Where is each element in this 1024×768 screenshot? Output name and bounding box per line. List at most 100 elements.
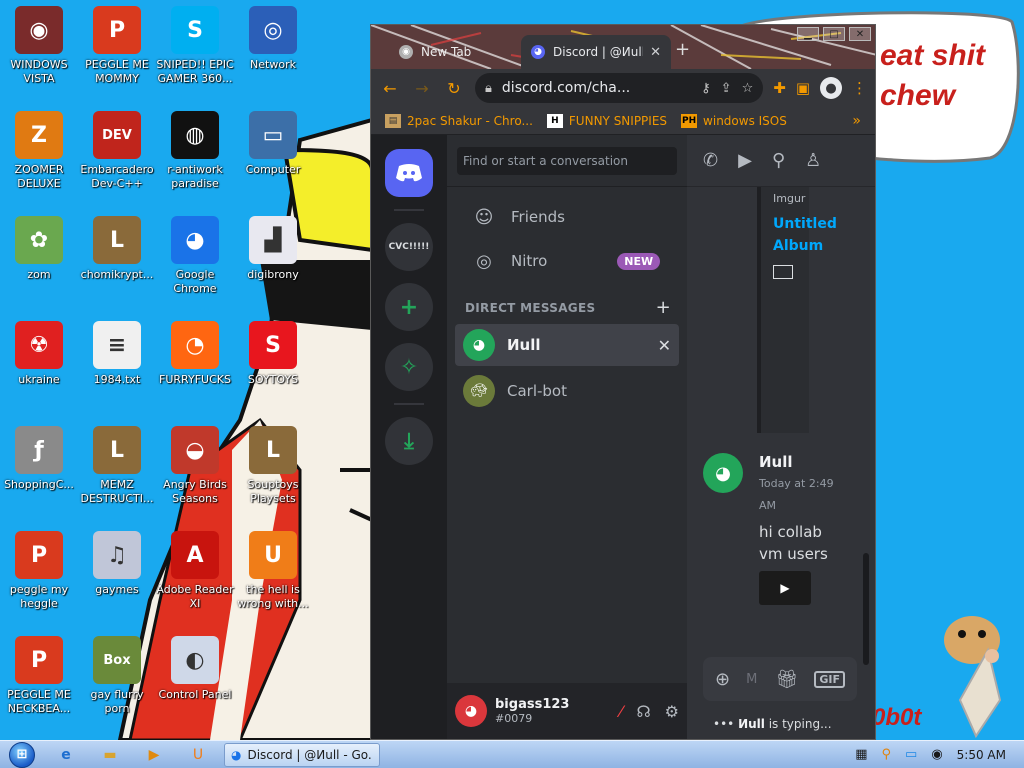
- omnibox[interactable]: 🔒︎ discord.com/cha... ⚷ ⇪ ☆: [475, 73, 764, 103]
- desktop-icon[interactable]: ▟ digibrony: [234, 216, 312, 282]
- add-friends-to-dm-icon[interactable]: ♙: [805, 150, 821, 171]
- profile-avatar-icon[interactable]: ●: [820, 77, 842, 99]
- bookmark-funny-snippies[interactable]: H FUNNY SNIPPIES: [546, 113, 667, 128]
- add-server-icon[interactable]: +: [385, 283, 433, 331]
- desktop-icon[interactable]: ✿ zom: [0, 216, 78, 282]
- gift-icon[interactable]: 🎁︎: [776, 669, 799, 690]
- desktop-icon[interactable]: L Souptoys Playsets: [234, 426, 312, 506]
- video-call-icon[interactable]: ▶: [738, 150, 752, 171]
- forward-arrow-icon[interactable]: →: [411, 79, 433, 98]
- share-icon[interactable]: ⇪: [721, 81, 732, 96]
- desktop-icon[interactable]: P PEGGLE ME NECKBEA...: [0, 636, 78, 716]
- bookmarks-overflow-icon[interactable]: »: [852, 113, 861, 129]
- bookmark-2pac[interactable]: ▤ 2pac Shakur - Chro...: [385, 113, 533, 128]
- ph-favicon-icon: PH: [681, 113, 698, 128]
- message-input[interactable]: M: [746, 672, 759, 687]
- tab-new-tab[interactable]: ◉ New Tab: [389, 35, 519, 69]
- bookmark-star-icon[interactable]: ☆: [742, 81, 754, 96]
- dm-item-null[interactable]: ◕ Иull ✕: [455, 324, 679, 366]
- desktop-icon[interactable]: Ppeggle my heggle: [0, 531, 78, 611]
- voice-call-icon[interactable]: ✆: [703, 150, 718, 171]
- message-avatar[interactable]: ◕: [703, 453, 743, 493]
- desktop-icon[interactable]: Lchomikrypt...: [78, 216, 156, 282]
- reload-icon[interactable]: ↻: [443, 79, 465, 98]
- uc-browser-taskbar-icon[interactable]: U: [176, 741, 220, 768]
- lock-icon[interactable]: 🔒︎: [485, 81, 492, 96]
- back-arrow-icon[interactable]: ←: [379, 79, 401, 98]
- display-tray-icon[interactable]: ▭: [905, 747, 917, 762]
- start-button[interactable]: ⊞: [0, 741, 44, 768]
- file-explorer-folder-icon[interactable]: ▬: [88, 741, 132, 768]
- desktop-icon[interactable]: ☢ ukraine: [0, 321, 78, 387]
- key-icon[interactable]: ⚷: [701, 81, 711, 96]
- extensions-puzzle-icon[interactable]: ✚: [773, 79, 786, 97]
- video-play-icon[interactable]: ▶: [759, 571, 811, 605]
- box-beaver-icon: Box: [93, 636, 141, 684]
- upload-plus-icon[interactable]: ⊕: [715, 669, 730, 690]
- desktop-icon[interactable]: P PEGGLE ME MOMMY: [78, 6, 156, 86]
- close-window-icon[interactable]: ✕: [849, 27, 871, 41]
- mute-mic-icon[interactable]: ⁄: [620, 702, 623, 721]
- server-rail: CVC!!!!! + ✧ ⤓: [371, 135, 447, 739]
- media-player-icon[interactable]: ▶: [132, 741, 176, 768]
- download-apps-icon[interactable]: ⤓: [385, 417, 433, 465]
- desktop-icon[interactable]: Z ZOOMER DELUXE: [0, 111, 78, 191]
- desktop-icon[interactable]: ♫ gaymes: [78, 531, 156, 597]
- side-panel-icon[interactable]: ▣: [796, 79, 810, 97]
- settings-gear-icon[interactable]: ⚙: [665, 702, 679, 721]
- server-cvc[interactable]: CVC!!!!!: [385, 223, 433, 271]
- maximize-icon[interactable]: □: [823, 27, 845, 41]
- internet-explorer-icon[interactable]: e: [44, 741, 88, 768]
- tab-discord[interactable]: ◕ Discord | @Иull ✕: [521, 35, 671, 69]
- explore-compass-icon[interactable]: ✧: [385, 343, 433, 391]
- desktop-icon[interactable]: ◕ Google Chrome: [156, 216, 234, 296]
- desktop-icon[interactable]: S SNIPED!! EPIC GAMER 360...: [156, 6, 234, 86]
- volume-tray-icon[interactable]: ◉: [931, 747, 942, 762]
- text-file-icon: ≡: [93, 321, 141, 369]
- tab-close-icon[interactable]: ✕: [650, 45, 661, 60]
- taskbar-item-discord[interactable]: ◕ Discord | @Иull - Go...: [224, 742, 380, 767]
- message-author[interactable]: Иull: [759, 453, 839, 471]
- dm-item-carl-bot[interactable]: 🐢︎ Carl-bot: [455, 370, 679, 412]
- minimize-icon[interactable]: ▁: [797, 27, 819, 41]
- desktop-icon[interactable]: Uthe hell is wrong with...: [234, 531, 312, 611]
- desktop-icon[interactable]: ƒ ShoppingC...: [0, 426, 78, 492]
- menu-kebab-icon[interactable]: ⋮: [852, 79, 867, 97]
- nav-nitro[interactable]: ◎ Nitro NEW: [455, 239, 679, 283]
- nav-friends[interactable]: ☺ Friends: [455, 195, 679, 239]
- desktop-icon[interactable]: DEV Embarcadero Dev-C++: [78, 111, 156, 191]
- search-tray-icon[interactable]: ⚲: [882, 747, 892, 762]
- create-dm-plus-icon[interactable]: +: [656, 297, 671, 318]
- headphones-icon[interactable]: ☊: [636, 702, 650, 721]
- discord-home-icon[interactable]: [385, 149, 433, 197]
- desktop-icon[interactable]: ≡ 1984.txt: [78, 321, 156, 387]
- desktop-icon[interactable]: ◔ FURRYFUCKS: [156, 321, 234, 387]
- desktop-icon[interactable]: ◉ WINDOWS VISTA: [0, 6, 78, 86]
- clock[interactable]: 5:50 AM: [957, 748, 1006, 762]
- desktop-icon[interactable]: ▭ Computer: [234, 111, 312, 177]
- user-avatar[interactable]: ◕: [455, 695, 487, 727]
- desktop-icon[interactable]: A Adobe Reader XI: [156, 531, 234, 611]
- desktop-icon[interactable]: L MEMZ DESTRUCTI...: [78, 426, 156, 506]
- desktop-icon[interactable]: Box gay flurry porn: [78, 636, 156, 716]
- discord-logo-icon: [396, 164, 422, 182]
- close-dm-icon[interactable]: ✕: [658, 336, 671, 355]
- desktop-icon[interactable]: ◒ Angry Birds Seasons: [156, 426, 234, 506]
- browser-titlebar[interactable]: ◉ New Tab ◕ Discord | @Иull ✕ + ▁ □ ✕: [371, 25, 875, 69]
- url-text[interactable]: discord.com/cha...: [502, 80, 691, 96]
- gif-button[interactable]: GIF: [814, 670, 845, 688]
- desktop-icon[interactable]: ◐ Control Panel: [156, 636, 234, 702]
- embed-image-icon[interactable]: [773, 265, 793, 279]
- desktop-icon[interactable]: S SOYTOYS: [234, 321, 312, 387]
- dm-search-input[interactable]: Find or start a conversation: [457, 146, 677, 175]
- bookmark-windows-isos[interactable]: PH windows ISOS: [681, 113, 787, 128]
- pinned-messages-icon[interactable]: ⚲: [772, 150, 785, 171]
- network-tray-icon[interactable]: ▦: [855, 747, 867, 762]
- user-info[interactable]: bigass123 #0079: [495, 697, 569, 725]
- chat-scrollbar[interactable]: [863, 553, 869, 665]
- embed-title-link[interactable]: Untitled Album: [773, 213, 837, 257]
- typing-user: Иull: [738, 717, 765, 731]
- new-tab-plus-icon[interactable]: +: [675, 39, 690, 60]
- desktop-icon[interactable]: ◍ r-antiwork paradise: [156, 111, 234, 191]
- desktop-icon[interactable]: ◎ Network: [234, 6, 312, 72]
